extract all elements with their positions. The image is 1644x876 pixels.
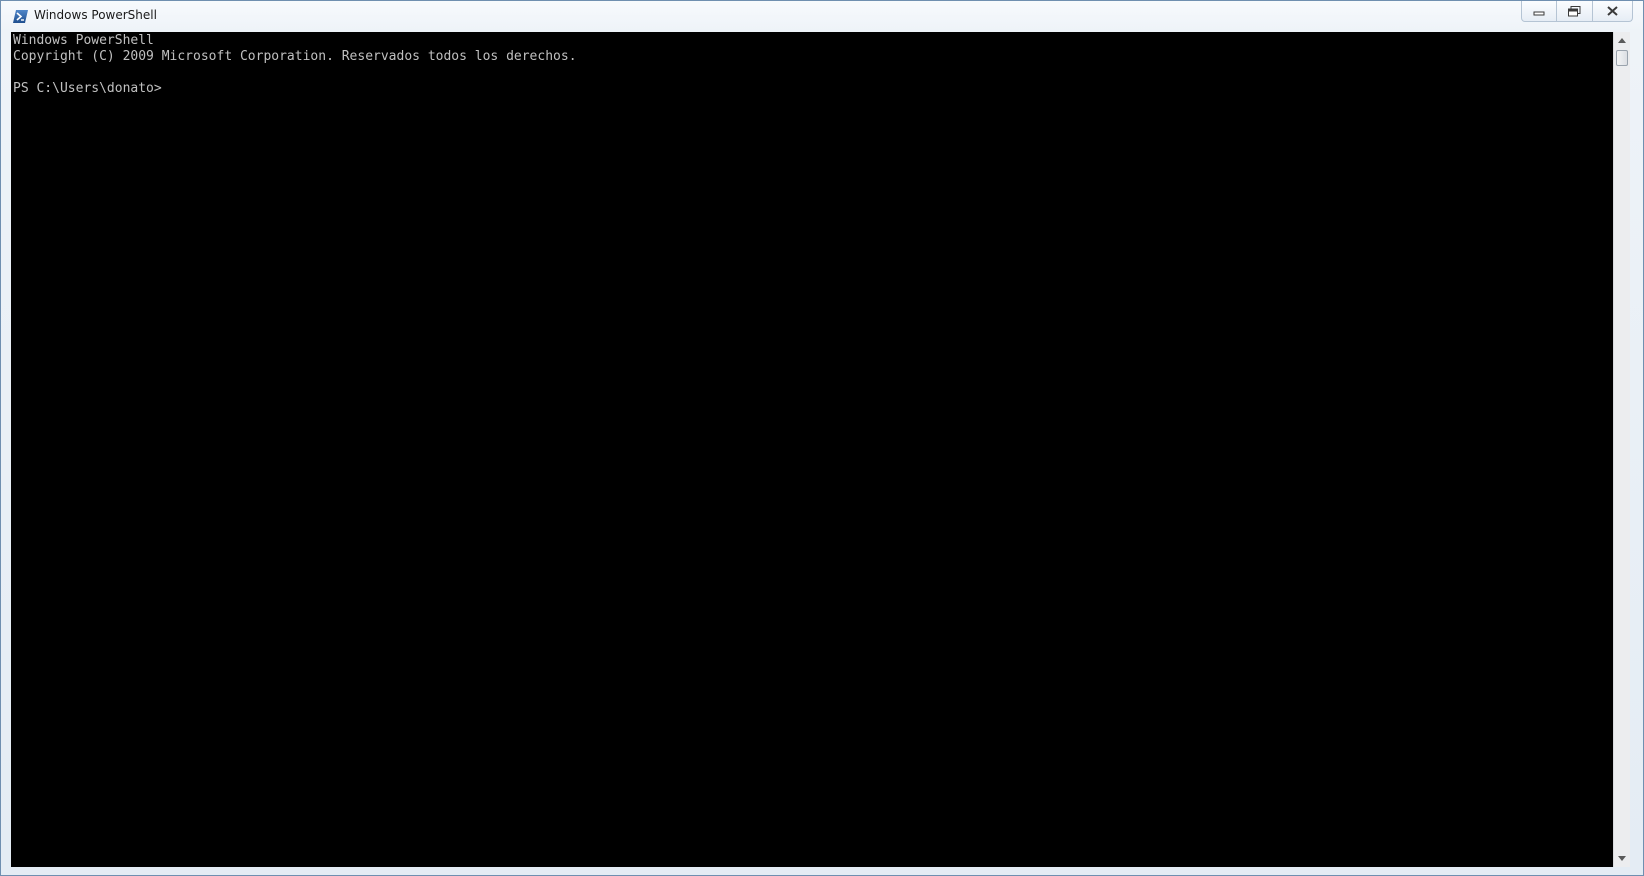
scroll-up-button[interactable] bbox=[1614, 32, 1630, 49]
console-output[interactable]: Windows PowerShell Copyright (C) 2009 Mic… bbox=[11, 32, 1613, 867]
console-text: Windows PowerShell Copyright (C) 2009 Mic… bbox=[13, 33, 577, 97]
scroll-up-arrow-icon bbox=[1618, 38, 1626, 43]
caption-buttons bbox=[1521, 1, 1633, 23]
minimize-icon bbox=[1533, 11, 1545, 16]
console-line-blank bbox=[13, 65, 577, 81]
close-button[interactable] bbox=[1593, 1, 1633, 22]
powershell-icon bbox=[13, 10, 28, 23]
maximize-icon bbox=[1568, 5, 1581, 16]
console-line-copyright: Copyright (C) 2009 Microsoft Corporation… bbox=[13, 49, 577, 64]
close-icon bbox=[1607, 6, 1618, 16]
scroll-down-arrow-icon bbox=[1618, 856, 1626, 861]
powershell-window: Windows PowerShell Windows PowerShell Co… bbox=[0, 0, 1644, 876]
scroll-thumb[interactable] bbox=[1616, 50, 1628, 66]
window-title: Windows PowerShell bbox=[34, 8, 157, 22]
maximize-button[interactable] bbox=[1557, 1, 1593, 22]
vertical-scrollbar[interactable] bbox=[1613, 32, 1630, 867]
scroll-down-button[interactable] bbox=[1614, 850, 1630, 867]
console-prompt: PS C:\Users\donato> bbox=[13, 81, 162, 96]
title-bar[interactable]: Windows PowerShell bbox=[1, 1, 1643, 32]
console-line-banner: Windows PowerShell bbox=[13, 33, 154, 48]
window-bottom-border bbox=[1, 867, 1643, 876]
minimize-button[interactable] bbox=[1521, 1, 1557, 22]
